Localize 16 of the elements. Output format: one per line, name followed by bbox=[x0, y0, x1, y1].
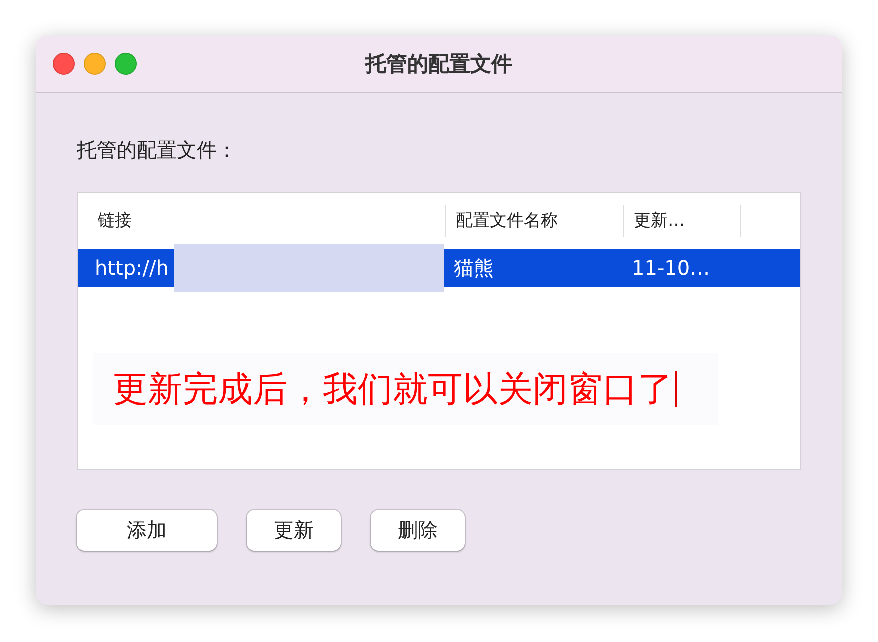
column-header[interactable]: 链接 bbox=[78, 204, 446, 236]
table-cell: http://h bbox=[95, 256, 169, 280]
column-header[interactable]: 更新… bbox=[624, 204, 741, 236]
action-button[interactable]: 添加 bbox=[77, 510, 217, 551]
annotation-text: 更新完成后，我们就可以关闭窗口了 bbox=[113, 368, 673, 412]
action-button[interactable]: 更新 bbox=[247, 510, 341, 551]
column-header[interactable]: 配置文件名称 bbox=[446, 204, 624, 236]
table-row[interactable]: http://h 猫熊 11-10… bbox=[78, 244, 800, 292]
section-label: 托管的配置文件： bbox=[77, 137, 238, 164]
zoom-button[interactable] bbox=[115, 53, 137, 75]
minimize-button[interactable] bbox=[84, 53, 106, 75]
table-cell: 猫熊 bbox=[454, 256, 494, 280]
action-button[interactable]: 删除 bbox=[371, 510, 465, 551]
table-cell: 11-10… bbox=[632, 256, 710, 280]
window-title: 托管的配置文件 bbox=[366, 51, 512, 78]
close-button[interactable] bbox=[53, 53, 75, 75]
